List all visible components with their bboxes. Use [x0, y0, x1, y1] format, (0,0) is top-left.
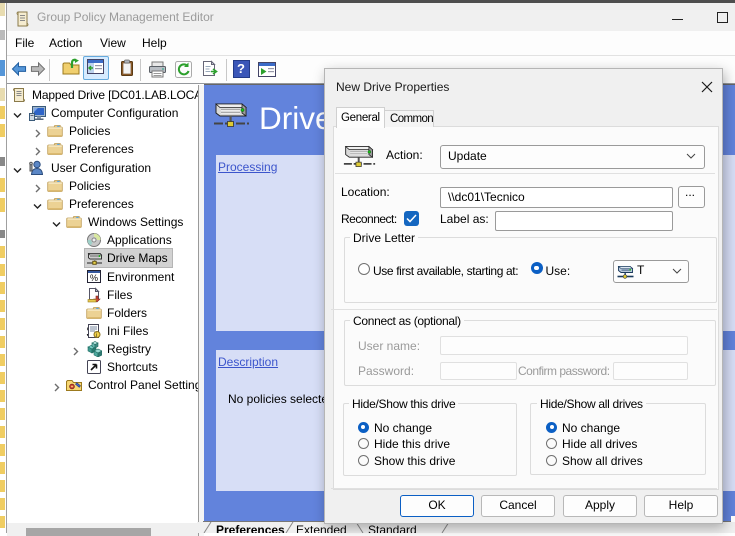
svg-text:%: %: [90, 273, 98, 283]
svg-text:i: i: [96, 333, 97, 339]
